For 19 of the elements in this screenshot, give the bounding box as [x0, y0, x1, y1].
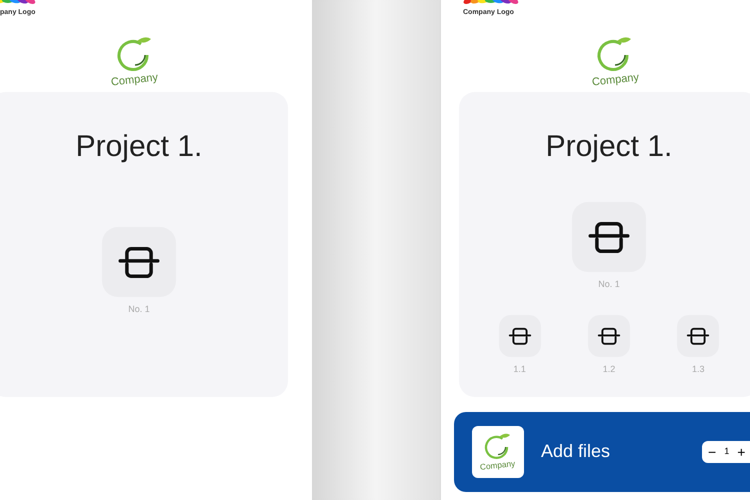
- plus-button[interactable]: +: [737, 444, 746, 458]
- item-label: 1.2: [602, 363, 616, 376]
- item-label: No. 1: [128, 302, 150, 316]
- item-label: No. 1: [598, 278, 620, 290]
- quantity-value: 1: [724, 444, 730, 458]
- item-label: 1.1: [513, 363, 526, 376]
- minus-button[interactable]: −: [708, 444, 716, 458]
- sub-item-button[interactable]: [677, 315, 720, 357]
- sub-item-button[interactable]: [588, 315, 630, 357]
- project-title: Project 1.: [76, 132, 202, 162]
- main-item-button[interactable]: [572, 202, 646, 272]
- main-item-button[interactable]: [102, 226, 176, 296]
- logo-wordmark: Company: [592, 72, 640, 88]
- sub-item-button[interactable]: [498, 315, 541, 357]
- logo-wordmark: Company: [111, 72, 159, 88]
- add-files-label: Add files: [541, 440, 610, 463]
- logo-wordmark: Company: [480, 460, 516, 472]
- project-title: Project 1.: [546, 132, 672, 162]
- item-label: 1.3: [692, 363, 705, 376]
